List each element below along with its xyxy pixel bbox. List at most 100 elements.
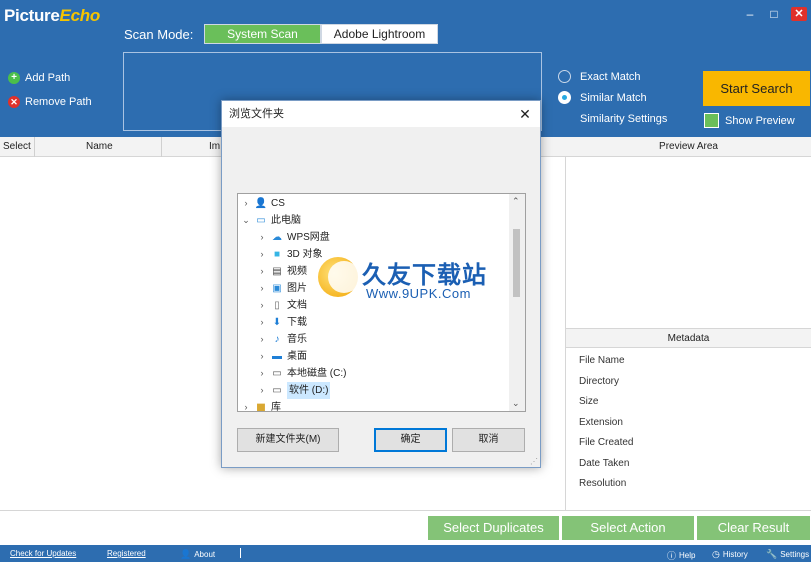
meta-extension: Extension xyxy=(579,416,623,428)
tree-scrollbar[interactable]: ⌃ ⌄ xyxy=(509,194,525,411)
new-folder-button[interactable]: 新建文件夹(M) xyxy=(237,428,339,452)
about-button[interactable]: 👤 About xyxy=(180,549,215,560)
watermark: 久友下载站 Www.9UPK.Com xyxy=(318,253,498,313)
help-button[interactable]: ⓘ Help xyxy=(667,549,695,562)
chevron-right-icon[interactable]: › xyxy=(256,280,268,297)
settings-label: Settings xyxy=(780,550,810,559)
watermark-url: Www.9UPK.Com xyxy=(366,286,471,301)
check-updates-link[interactable]: Check for Updates xyxy=(10,549,76,558)
start-search-button[interactable]: Start Search xyxy=(703,71,810,106)
maximize-button[interactable]: □ xyxy=(766,7,782,21)
chevron-right-icon[interactable]: › xyxy=(256,331,268,348)
chevron-right-icon[interactable]: › xyxy=(256,314,268,331)
tree-item-label: 软件 (D:) xyxy=(287,382,331,399)
cloud-icon: ☁ xyxy=(272,231,282,243)
cancel-button[interactable]: 取消 xyxy=(452,428,525,452)
info-icon: ⓘ xyxy=(667,551,677,561)
chevron-right-icon[interactable]: › xyxy=(256,297,268,314)
tree-item-drive-c[interactable]: › ▭ 本地磁盘 (C:) xyxy=(256,365,347,382)
drive-icon: ▭ xyxy=(272,367,282,379)
tree-item-label: 桌面 xyxy=(287,351,307,362)
similarity-settings-link[interactable]: Similarity Settings xyxy=(580,113,667,125)
app-logo: PictureEcho xyxy=(4,6,100,25)
tree-item-cs[interactable]: › 👤 CS xyxy=(240,195,285,212)
tree-item-label: 库 xyxy=(271,402,281,412)
exact-match-label: Exact Match xyxy=(580,70,641,83)
meta-directory: Directory xyxy=(579,375,620,387)
preview-area-title: Preview Area xyxy=(566,137,811,157)
metadata-list: File Name Directory Size Extension File … xyxy=(579,355,633,499)
meta-size: Size xyxy=(579,396,599,407)
resize-grip-icon[interactable]: ⋰ xyxy=(530,457,538,466)
music-icon: ♪ xyxy=(274,333,280,345)
scroll-down-icon[interactable]: ⌄ xyxy=(512,398,520,409)
tree-item-label: WPS网盘 xyxy=(287,232,330,243)
chevron-right-icon[interactable]: › xyxy=(240,195,252,212)
tab-adobe-lightroom[interactable]: Adobe Lightroom xyxy=(321,24,438,44)
similar-match-radio[interactable]: Similar Match xyxy=(558,91,647,104)
tree-item-documents[interactable]: › ▯ 文档 xyxy=(256,297,308,314)
column-image[interactable]: Im xyxy=(209,141,220,152)
settings-button[interactable]: 🔧 Settings xyxy=(766,549,809,560)
chevron-right-icon[interactable]: › xyxy=(256,229,268,246)
clear-result-button[interactable]: Clear Result xyxy=(697,516,810,540)
tab-system-scan[interactable]: System Scan xyxy=(204,24,321,44)
tree-item-3d[interactable]: › ■ 3D 对象 xyxy=(256,246,323,263)
chevron-right-icon[interactable]: › xyxy=(256,348,268,365)
add-path-label: Add Path xyxy=(25,72,71,84)
show-preview-label: Show Preview xyxy=(725,114,795,127)
tree-item-desktop[interactable]: › ▬ 桌面 xyxy=(256,348,308,365)
tree-item-library[interactable]: › ▆ 库 xyxy=(240,399,282,412)
select-duplicates-button[interactable]: Select Duplicates xyxy=(428,516,559,540)
select-action-button[interactable]: Select Action xyxy=(562,516,694,540)
add-path-button[interactable]: + Add Path xyxy=(8,72,70,84)
chevron-right-icon[interactable]: › xyxy=(256,382,268,399)
scroll-thumb[interactable] xyxy=(513,229,520,297)
tree-item-label: 此电脑 xyxy=(271,215,301,226)
metadata-title: Metadata xyxy=(566,328,811,348)
chevron-right-icon[interactable]: › xyxy=(240,399,252,411)
tree-item-drive-d[interactable]: › ▭ 软件 (D:) xyxy=(256,382,331,399)
tree-item-downloads[interactable]: › ⬇ 下载 xyxy=(256,314,308,331)
column-divider[interactable] xyxy=(161,137,162,157)
tree-item-label: CS xyxy=(271,198,285,209)
column-name[interactable]: Name xyxy=(86,141,113,152)
scroll-up-icon[interactable]: ⌃ xyxy=(512,196,520,207)
about-label: About xyxy=(194,550,216,559)
checkbox-checked xyxy=(704,113,719,128)
video-icon: ▤ xyxy=(272,265,282,277)
chevron-down-icon[interactable]: ⌄ xyxy=(240,212,252,229)
chevron-right-icon[interactable]: › xyxy=(256,246,268,263)
registered-link[interactable]: Registered xyxy=(107,549,146,558)
document-icon: ▯ xyxy=(274,299,280,311)
dialog-title-text: 浏览文件夹 xyxy=(229,108,284,120)
plus-icon: + xyxy=(8,72,20,84)
tree-item-label: 视频 xyxy=(287,266,307,277)
column-divider[interactable] xyxy=(34,137,35,157)
similar-match-label: Similar Match xyxy=(580,91,647,104)
radio-circle-selected xyxy=(558,91,571,104)
tree-item-music[interactable]: › ♪ 音乐 xyxy=(256,331,308,348)
minimize-button[interactable]: – xyxy=(742,7,758,21)
tree-item-label: 下载 xyxy=(287,317,307,328)
status-divider xyxy=(240,548,241,558)
tree-item-wps[interactable]: › ☁ WPS网盘 xyxy=(256,229,330,246)
person-icon: 👤 xyxy=(180,549,192,559)
remove-path-button[interactable]: ✕ Remove Path xyxy=(8,96,92,108)
close-button[interactable]: ✕ xyxy=(791,7,807,21)
ok-button[interactable]: 确定 xyxy=(374,428,447,452)
meta-resolution: Resolution xyxy=(579,478,627,489)
exact-match-radio[interactable]: Exact Match xyxy=(558,70,641,83)
remove-icon: ✕ xyxy=(8,96,20,108)
dialog-close-button[interactable]: ✕ xyxy=(514,103,536,125)
show-preview-checkbox[interactable]: Show Preview xyxy=(704,113,795,128)
chevron-right-icon[interactable]: › xyxy=(256,365,268,382)
tree-item-this-pc[interactable]: ⌄ ▭ 此电脑 xyxy=(240,212,301,229)
tree-item-pictures[interactable]: › ▣ 图片 xyxy=(256,280,308,297)
chevron-right-icon[interactable]: › xyxy=(256,263,268,280)
tree-item-video[interactable]: › ▤ 视频 xyxy=(256,263,308,280)
history-button[interactable]: ◷ History xyxy=(712,549,748,560)
column-select[interactable]: Select xyxy=(3,141,31,152)
wrench-icon: 🔧 xyxy=(766,549,778,559)
clock-icon: ◷ xyxy=(712,549,720,559)
